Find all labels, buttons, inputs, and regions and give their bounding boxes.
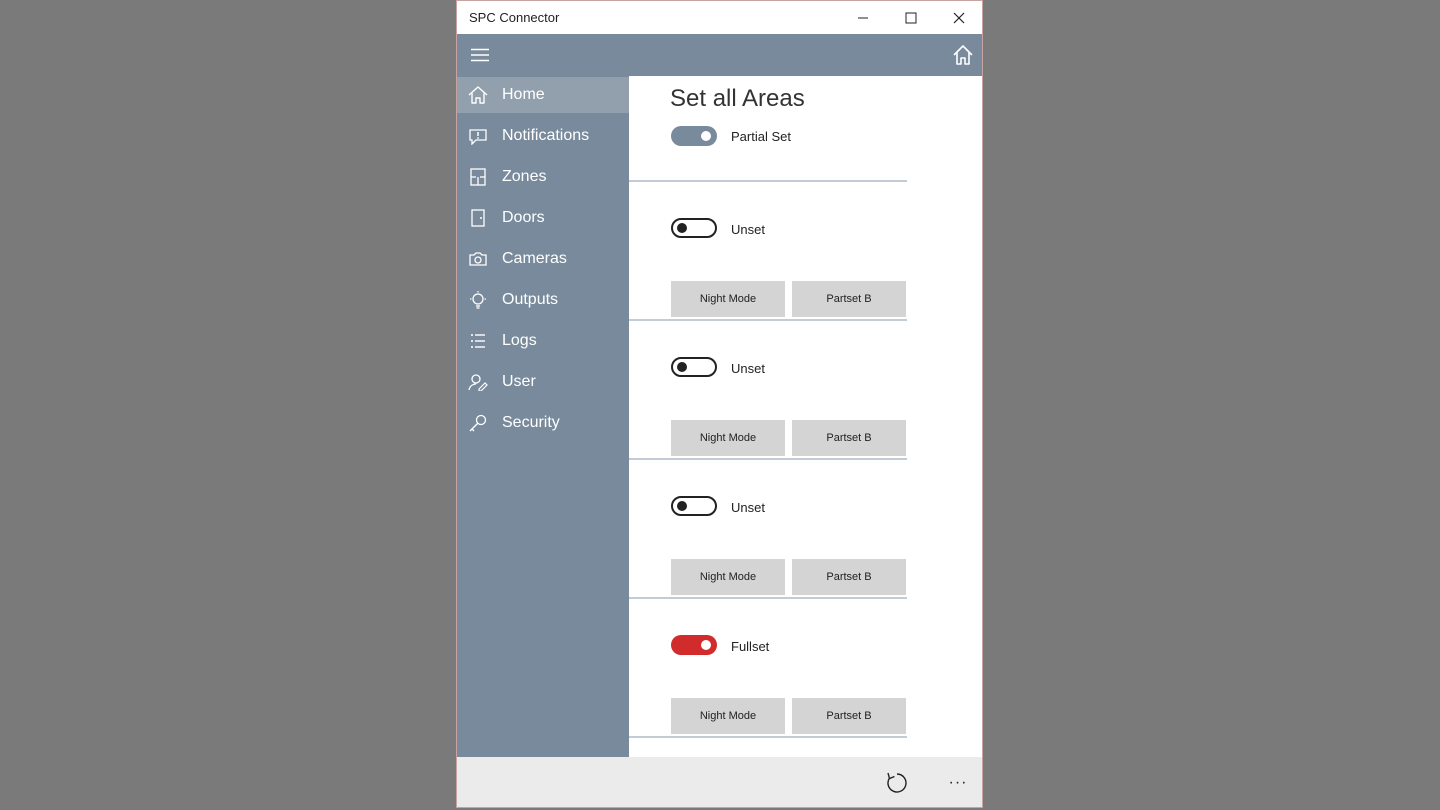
sidebar-item-label: Cameras xyxy=(502,250,567,267)
all-areas-toggle[interactable] xyxy=(671,126,717,146)
close-icon xyxy=(953,12,965,23)
divider xyxy=(629,319,907,321)
partset-b-button[interactable]: Partset B xyxy=(792,698,906,734)
maximize-button[interactable] xyxy=(887,1,935,34)
home-button[interactable] xyxy=(948,40,978,70)
list-icon xyxy=(467,331,489,351)
minimize-button[interactable] xyxy=(839,1,887,34)
sidebar-item-label: Home xyxy=(502,86,545,103)
sidebar-item-cameras[interactable]: Cameras xyxy=(457,241,629,277)
divider xyxy=(629,458,907,460)
menu-button[interactable] xyxy=(465,40,495,70)
refresh-button[interactable] xyxy=(883,769,911,797)
command-bar: ··· xyxy=(457,757,982,807)
sidebar: Home Notifications Zones Doors Cameras O… xyxy=(457,76,629,757)
sidebar-item-label: User xyxy=(502,373,536,390)
window-title: SPC Connector xyxy=(469,10,560,25)
title-bar: SPC Connector xyxy=(457,1,982,34)
area-state: Fullset xyxy=(731,639,770,654)
sidebar-item-label: Zones xyxy=(502,168,547,185)
area-toggle[interactable] xyxy=(671,496,717,516)
sidebar-item-label: Notifications xyxy=(502,127,590,144)
area-state: Unset xyxy=(731,222,765,237)
zones-icon xyxy=(467,167,489,187)
more-button[interactable]: ··· xyxy=(945,769,971,797)
door-icon xyxy=(467,208,489,228)
maximize-icon xyxy=(905,12,917,23)
all-areas-state: Partial Set xyxy=(731,129,791,144)
night-mode-button[interactable]: Night Mode xyxy=(671,420,785,456)
hamburger-icon xyxy=(471,48,489,62)
home-icon xyxy=(467,85,489,105)
area-toggle[interactable] xyxy=(671,357,717,377)
area-state: Unset xyxy=(731,500,765,515)
sidebar-item-user[interactable]: User xyxy=(457,364,629,400)
area-toggle[interactable] xyxy=(671,218,717,238)
sidebar-item-label: Outputs xyxy=(502,291,559,308)
night-mode-button[interactable]: Night Mode xyxy=(671,281,785,317)
page-title: Set all Areas xyxy=(670,85,805,112)
sidebar-item-notifications[interactable]: Notifications xyxy=(457,118,629,154)
main-content: Set all Areas Partial Set Unset Night Mo… xyxy=(629,76,982,757)
sidebar-item-security[interactable]: Security xyxy=(457,405,629,441)
sidebar-item-outputs[interactable]: Outputs xyxy=(457,282,629,318)
area-toggle[interactable] xyxy=(671,635,717,655)
partset-b-button[interactable]: Partset B xyxy=(792,559,906,595)
app-window: SPC Connector Home Notifications Zones D… xyxy=(456,0,983,808)
refresh-icon xyxy=(887,772,907,793)
minimize-icon xyxy=(858,17,868,18)
divider xyxy=(629,180,907,182)
sidebar-item-logs[interactable]: Logs xyxy=(457,323,629,359)
divider xyxy=(629,736,907,738)
camera-icon xyxy=(467,249,489,269)
sidebar-item-doors[interactable]: Doors xyxy=(457,200,629,236)
divider xyxy=(629,597,907,599)
area-state: Unset xyxy=(731,361,765,376)
sidebar-item-zones[interactable]: Zones xyxy=(457,159,629,195)
home-icon xyxy=(953,45,973,65)
night-mode-button[interactable]: Night Mode xyxy=(671,559,785,595)
lightbulb-icon xyxy=(467,290,489,310)
user-icon xyxy=(467,372,489,392)
app-bar xyxy=(457,34,982,76)
notifications-icon xyxy=(467,126,489,146)
sidebar-item-label: Logs xyxy=(502,332,537,349)
key-icon xyxy=(467,413,489,433)
sidebar-item-label: Security xyxy=(502,414,560,431)
partset-b-button[interactable]: Partset B xyxy=(792,281,906,317)
night-mode-button[interactable]: Night Mode xyxy=(671,698,785,734)
close-button[interactable] xyxy=(935,1,982,34)
partset-b-button[interactable]: Partset B xyxy=(792,420,906,456)
sidebar-item-label: Doors xyxy=(502,209,545,226)
sidebar-item-home[interactable]: Home xyxy=(457,77,629,113)
